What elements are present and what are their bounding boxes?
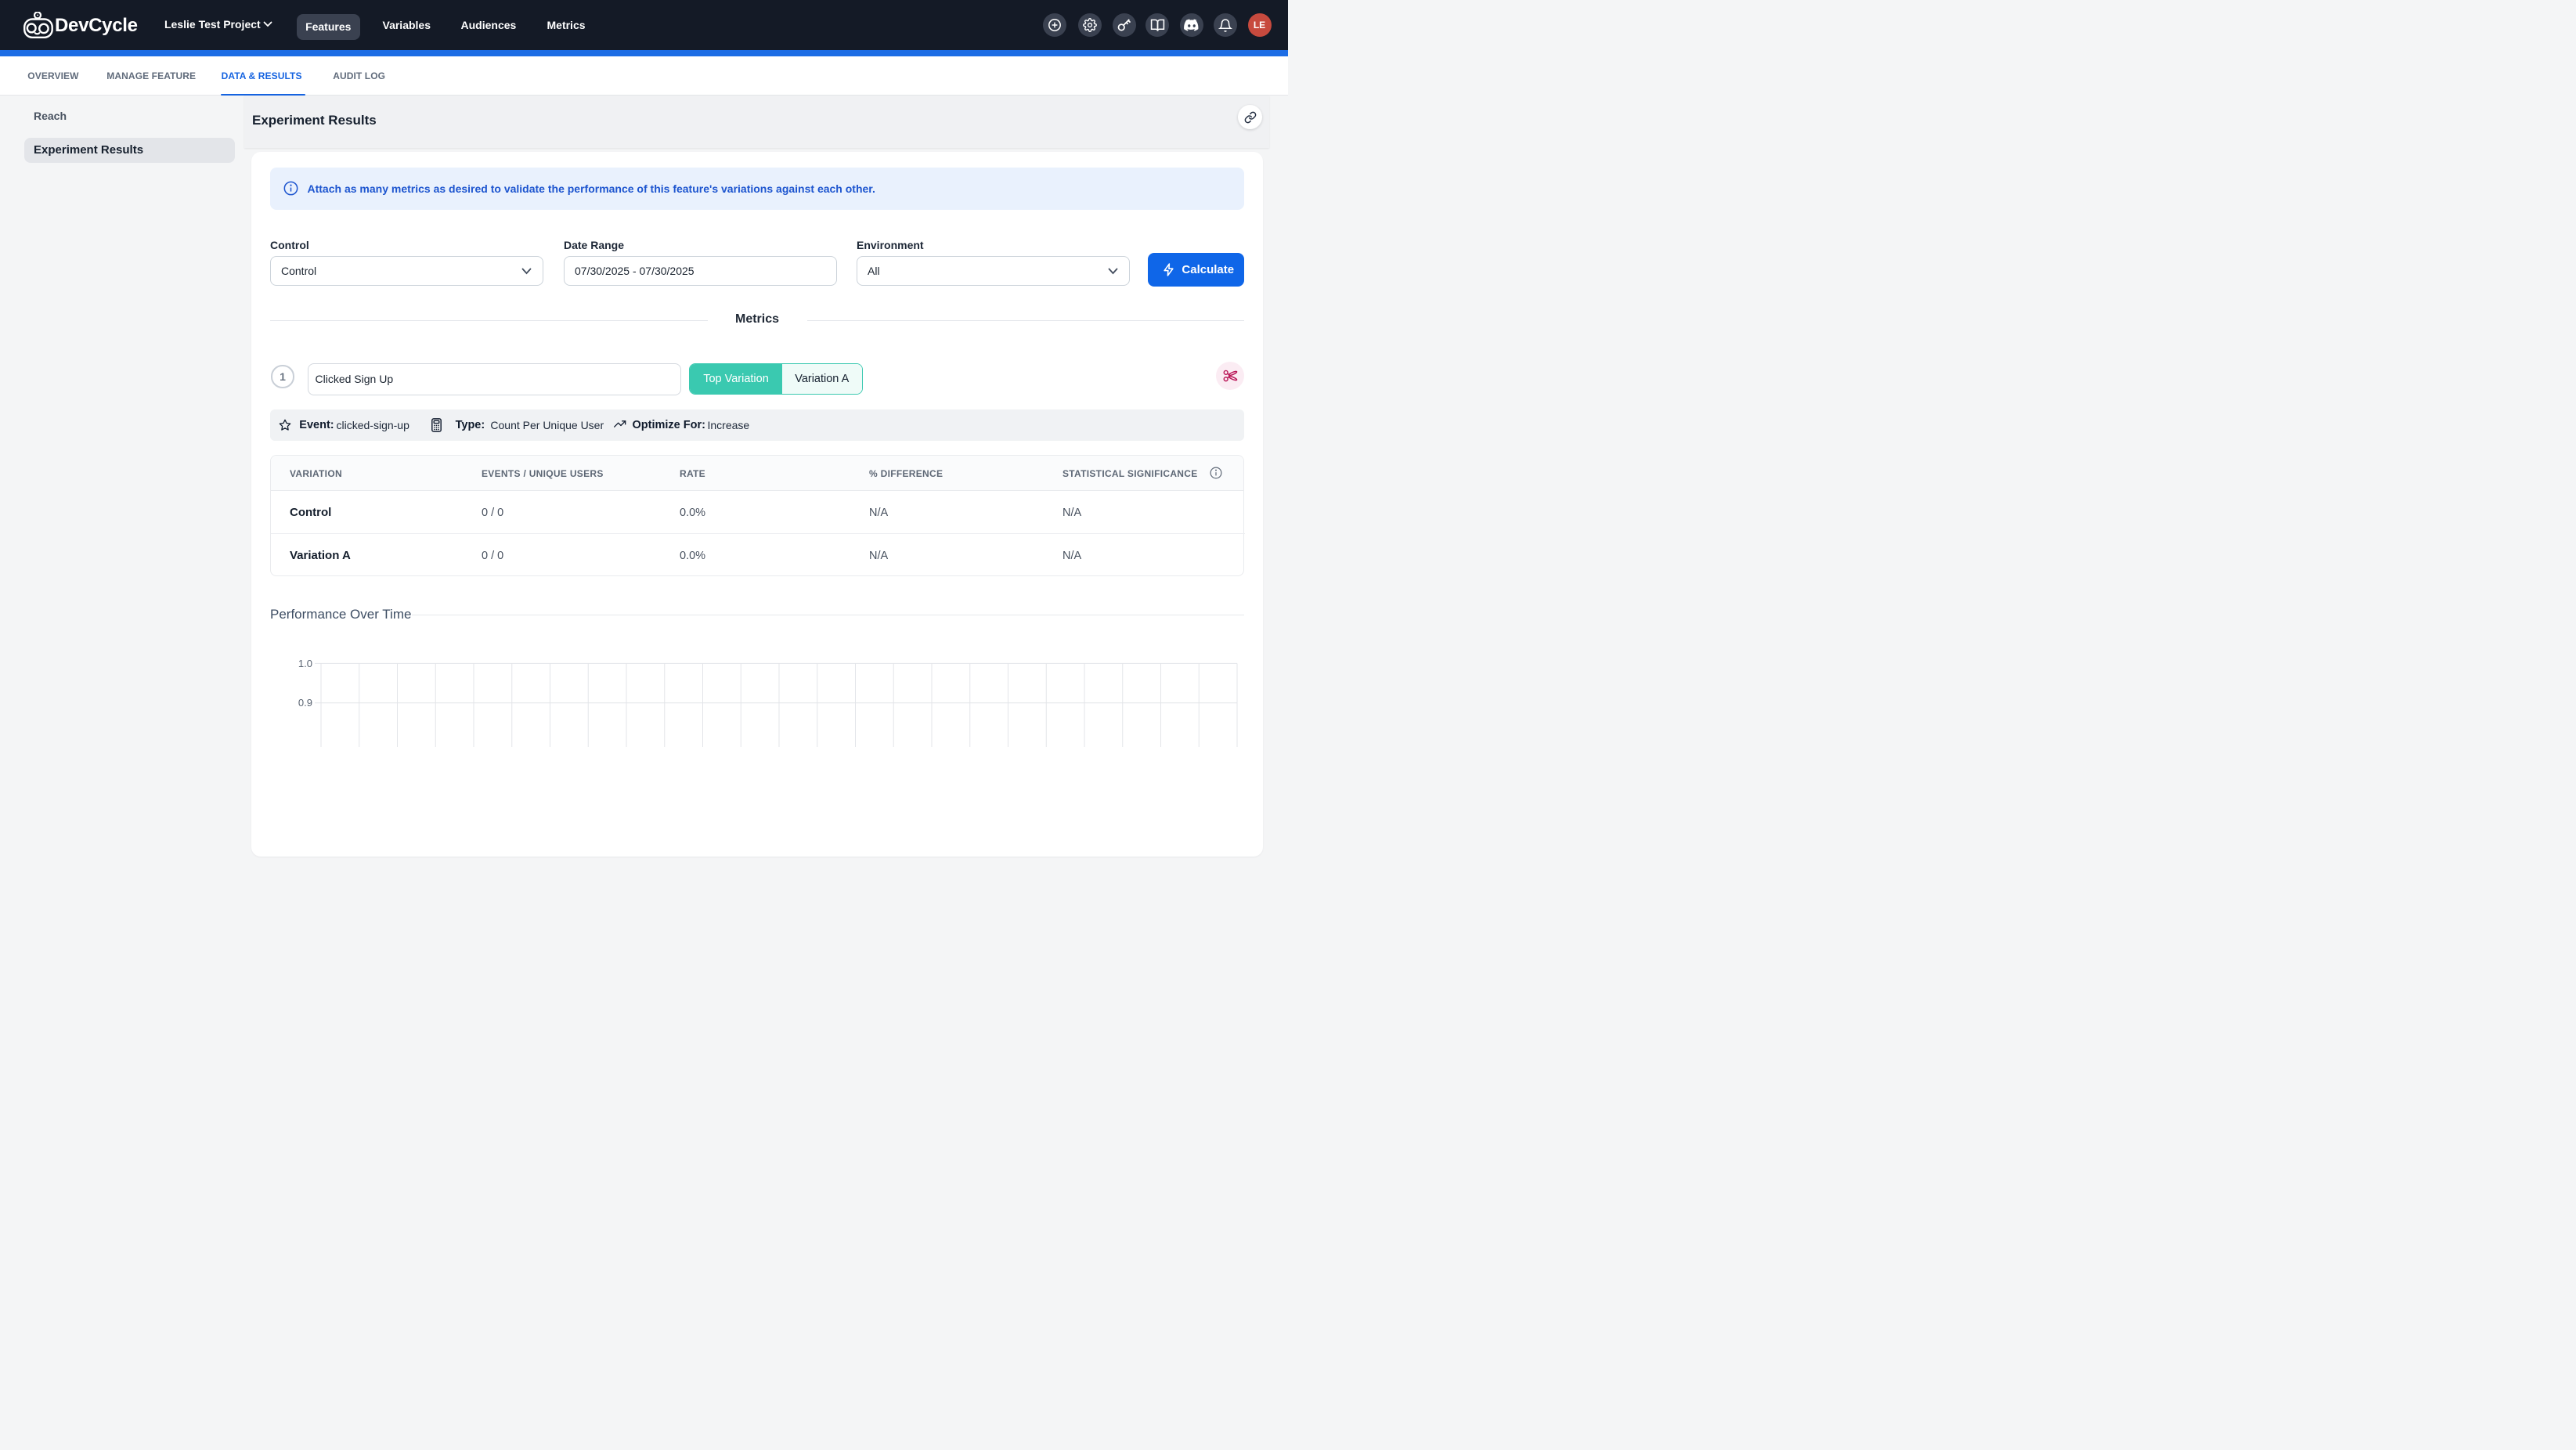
svg-text:1.0: 1.0 (298, 658, 312, 669)
svg-text:0.9: 0.9 (298, 697, 312, 709)
